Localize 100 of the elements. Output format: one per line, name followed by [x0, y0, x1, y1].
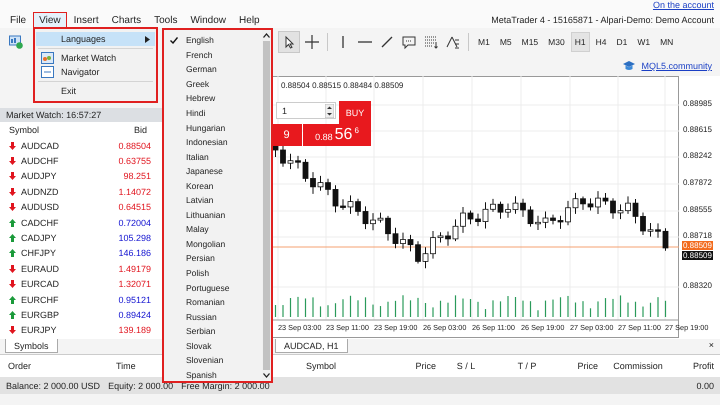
candlestick — [332, 184, 338, 213]
bid-cell-text: 0.88504 — [117, 140, 151, 151]
price-label: 0.88718 — [682, 231, 713, 240]
period-button[interactable]: MN — [656, 32, 678, 52]
cursor-icon[interactable] — [278, 31, 300, 53]
column-header[interactable]: Symbol — [9, 125, 40, 135]
column-header[interactable]: S / L — [456, 361, 476, 371]
column-header[interactable]: Time — [116, 361, 136, 371]
lot-field[interactable]: 1 — [276, 102, 336, 119]
chart-tab[interactable]: AUDCAD, H1 — [275, 339, 348, 353]
period-button[interactable]: M5 — [496, 32, 516, 52]
graduation-cap-icon[interactable] — [622, 60, 636, 72]
column-header[interactable]: Price — [577, 361, 598, 371]
candlestick — [655, 222, 661, 238]
language-option[interactable]: Italian — [164, 149, 262, 164]
sell-price[interactable]: 9 — [271, 124, 302, 146]
language-option[interactable]: Mongolian — [164, 236, 262, 252]
column-header[interactable]: Symbol — [306, 361, 336, 371]
bid-cell-text: 0.63755 — [117, 156, 151, 166]
language-option[interactable]: Serbian — [164, 324, 262, 338]
language-option[interactable]: Romanian — [164, 294, 262, 310]
symbol-cell-text: AUDCHF — [21, 156, 60, 166]
symbol-cell-text: EURCAD — [21, 279, 60, 290]
language-option[interactable]: Slovenian — [164, 353, 262, 368]
column-header[interactable]: Price — [415, 361, 436, 371]
community-link[interactable]: MQL5.community — [641, 61, 712, 71]
symbol-cell-text: AUDJPY — [21, 171, 58, 182]
buy-button[interactable]: BUY — [339, 101, 371, 124]
language-option[interactable]: Malay — [164, 222, 262, 237]
scrollbar[interactable] — [262, 30, 271, 381]
menu-item[interactable]: File — [4, 12, 32, 28]
scroll-down-icon[interactable] — [263, 373, 270, 378]
menu-item[interactable]: Help — [233, 12, 266, 28]
language-option[interactable]: Japanese — [164, 164, 262, 178]
candlestick — [558, 215, 564, 230]
language-option[interactable]: Hungarian — [164, 120, 262, 135]
period-button[interactable]: W1 — [633, 32, 654, 52]
current-price-label: 0.88509 — [682, 241, 713, 250]
language-option[interactable]: English — [164, 33, 262, 48]
candlestick — [310, 172, 316, 194]
period-button[interactable]: M1 — [474, 32, 494, 52]
language-option[interactable]: Korean — [164, 178, 262, 194]
candlestick — [618, 204, 624, 220]
language-option[interactable]: French — [164, 48, 262, 62]
candlestick — [460, 206, 466, 234]
language-option[interactable]: Slovak — [164, 338, 262, 354]
candlestick — [302, 158, 308, 182]
language-option[interactable]: German — [164, 62, 262, 77]
candlestick — [452, 218, 458, 242]
candlestick — [535, 215, 541, 230]
candlestick — [468, 210, 474, 225]
price-label: 0.87872 — [682, 178, 713, 187]
candlestick — [542, 211, 548, 229]
menu-option[interactable]: Market Watch — [36, 51, 155, 65]
column-header[interactable]: Commission — [613, 361, 663, 371]
language-option[interactable]: Latvian — [164, 193, 262, 208]
language-option[interactable]: Spanish — [164, 368, 262, 382]
column-header[interactable]: T / P — [518, 361, 536, 371]
candlestick — [288, 153, 294, 170]
new-chart-icon[interactable] — [9, 35, 23, 49]
language-option[interactable]: Polish — [164, 266, 262, 280]
period-button[interactable]: H1 — [570, 32, 590, 52]
bid-cell-text: 1.49179 — [117, 264, 151, 274]
menu-item[interactable]: Tools — [148, 12, 184, 28]
menu-item[interactable]: Window — [184, 12, 232, 28]
language-option[interactable]: Persian — [164, 251, 262, 266]
candlestick — [392, 227, 398, 249]
bid-cell-text: 146.186 — [117, 248, 151, 258]
period-button[interactable]: D1 — [612, 32, 632, 52]
crosshair-icon[interactable] — [302, 32, 322, 52]
language-option[interactable]: Lithuanian — [164, 208, 262, 222]
language-option[interactable]: Indonesian — [164, 134, 262, 150]
account-link[interactable]: On the account — [652, 0, 714, 12]
menu-item[interactable]: Charts — [106, 12, 148, 28]
menu-option[interactable]: Languages — [36, 32, 155, 46]
candlestick — [475, 213, 481, 227]
column-header[interactable]: Profit — [692, 361, 714, 371]
language-option[interactable]: Greek — [164, 76, 262, 92]
bid-cell-text: 139.189 — [117, 325, 151, 336]
language-option[interactable]: Hindi — [164, 106, 262, 120]
market-watch-icon — [41, 52, 54, 64]
candlestick — [318, 175, 324, 192]
menu-option[interactable]: Navigator — [36, 65, 155, 79]
column-header[interactable]: Bid — [134, 125, 147, 135]
spinner-icon[interactable] — [325, 104, 334, 118]
period-button[interactable]: H4 — [592, 32, 610, 52]
candlestick — [528, 206, 534, 228]
language-option[interactable]: Hebrew — [164, 91, 262, 106]
language-option[interactable]: Portuguese — [164, 280, 262, 295]
column-header[interactable]: Order — [8, 361, 32, 371]
symbols-tab[interactable]: Symbols — [5, 339, 58, 353]
scroll-up-icon[interactable] — [263, 33, 270, 38]
menu-item[interactable]: Insert — [68, 12, 105, 28]
language-option[interactable]: Russian — [164, 309, 262, 324]
period-button[interactable]: M15 — [518, 32, 542, 52]
close-icon[interactable]: × — [708, 340, 714, 350]
candlestick — [550, 214, 556, 225]
candlestick — [498, 201, 504, 220]
period-button[interactable]: M30 — [544, 32, 569, 52]
bid-cell-text: 0.64515 — [117, 202, 151, 212]
